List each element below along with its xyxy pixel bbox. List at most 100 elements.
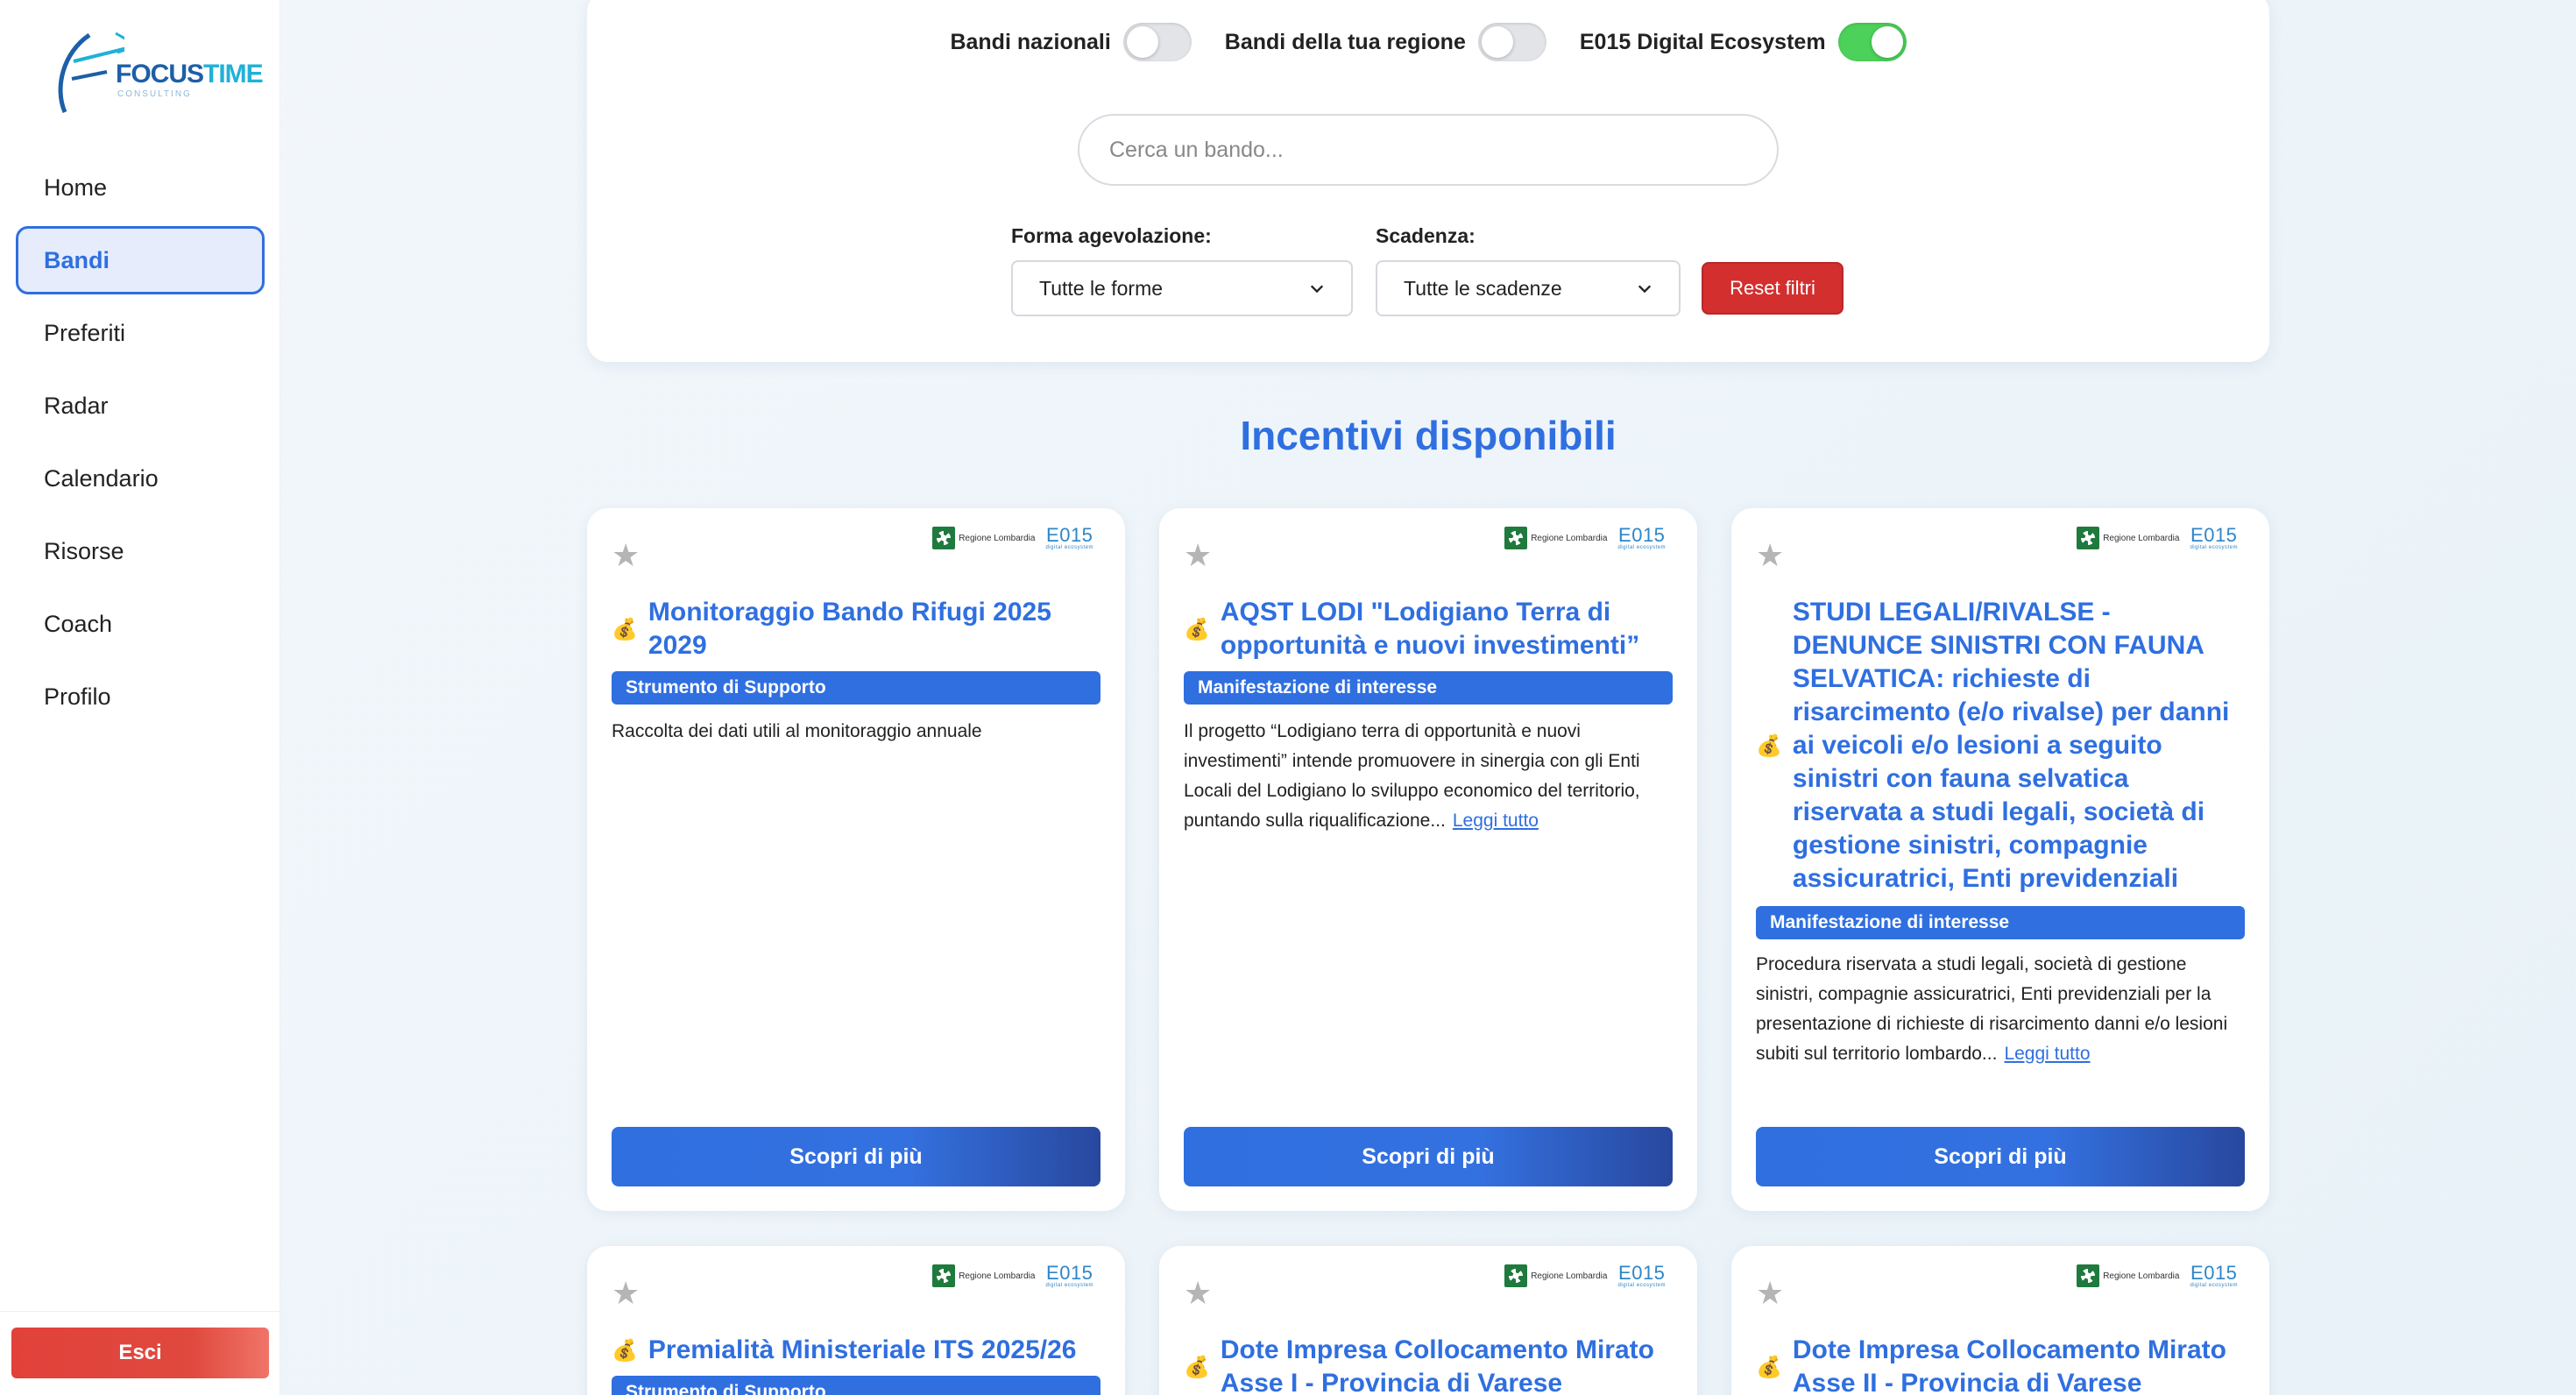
e015-badge: E015 digital ecosystem <box>2190 524 2238 551</box>
favorite-star-icon[interactable]: ★ <box>1756 540 1784 571</box>
forma-select[interactable]: Tutte le forme <box>1011 260 1353 316</box>
scopri-button[interactable]: Scopri di più <box>612 1127 1100 1186</box>
incentive-card: ★ Regione Lombardia E015 digital ecosyste… <box>587 1246 1125 1395</box>
sidebar-nav: Home Bandi Preferiti Radar Calendario Ri… <box>0 149 280 735</box>
cards-grid-row-1: ★ Regione Lombardia E015 digital ecosyste… <box>587 508 2269 1211</box>
money-bag-icon: 💰 <box>612 1338 638 1363</box>
card-title[interactable]: Monitoraggio Bando Rifugi 2025 2029 <box>648 596 1100 662</box>
e015-badge: E015 digital ecosystem <box>2190 1262 2238 1289</box>
toggle-bandi-regione: Bandi della tua regione <box>1225 23 1546 61</box>
logo-swoosh-icon <box>58 32 141 113</box>
card-badges: Regione Lombardia E015 digital ecosystem <box>1504 526 1666 550</box>
card-badges: Regione Lombardia E015 digital ecosystem <box>932 526 1093 550</box>
card-badges: Regione Lombardia E015 digital ecosystem <box>1504 1264 1666 1288</box>
sidebar-item-risorse[interactable]: Risorse <box>16 517 265 585</box>
incentive-card: ★ Regione Lombardia E015 digital ecosyste… <box>1731 1246 2269 1395</box>
read-more-link[interactable]: Leggi tutto <box>1453 811 1539 831</box>
regione-lombardia-badge: Regione Lombardia <box>2077 1264 2179 1287</box>
cards-grid-row-2: ★ Regione Lombardia E015 digital ecosyste… <box>587 1246 2269 1395</box>
toggle-switch-bandi-nazionali[interactable] <box>1122 23 1192 61</box>
scadenza-filter: Scadenza: Tutte le scadenze <box>1376 224 1681 316</box>
card-badges: Regione Lombardia E015 digital ecosystem <box>2077 526 2238 550</box>
logo-wordmark: FOCUSTIME <box>116 60 264 89</box>
card-title-row: 💰 Monitoraggio Bando Rifugi 2025 2029 <box>612 596 1100 662</box>
card-title-row: 💰 Dote Impresa Collocamento Mirato Asse … <box>1184 1334 1673 1395</box>
sidebar-item-calendario[interactable]: Calendario <box>16 444 265 513</box>
favorite-star-icon[interactable]: ★ <box>1184 1278 1212 1309</box>
favorite-star-icon[interactable]: ★ <box>1756 1278 1784 1309</box>
search-input[interactable] <box>1078 114 1779 186</box>
sidebar: FOCUSTIME CONSULTING Home Bandi Preferit… <box>0 0 280 1395</box>
lombardia-flag-icon <box>2077 527 2100 549</box>
toggle-switch-bandi-regione[interactable] <box>1477 23 1546 61</box>
switch-knob <box>1871 26 1903 58</box>
incentive-card: ★ Regione Lombardia E015 digital ecosyste… <box>1159 1246 1697 1395</box>
card-title-row: 💰 STUDI LEGALI/RIVALSE - DENUNCE SINISTR… <box>1756 596 2245 896</box>
money-bag-icon: 💰 <box>1184 617 1210 641</box>
sidebar-item-home[interactable]: Home <box>16 153 265 222</box>
toggle-row: Bandi nazionali Bandi della tua regione … <box>587 23 2269 61</box>
sidebar-item-radar[interactable]: Radar <box>16 372 265 440</box>
read-more-link[interactable]: Leggi tutto <box>2004 1044 2090 1064</box>
favorite-star-icon[interactable]: ★ <box>612 1278 640 1309</box>
filter-row: Forma agevolazione: Tutte le forme Scade… <box>1011 224 1844 316</box>
lombardia-flag-icon <box>2077 1264 2100 1287</box>
card-description: Raccolta dei dati utili al monitoraggio … <box>612 721 982 741</box>
favorite-star-icon[interactable]: ★ <box>612 540 640 571</box>
card-description: Il progetto “Lodigiano terra di opportun… <box>1184 721 1640 831</box>
card-title[interactable]: STUDI LEGALI/RIVALSE - DENUNCE SINISTRI … <box>1793 596 2245 896</box>
incentive-card: ★ Regione Lombardia E015 digital ecosyste… <box>1731 508 2269 1211</box>
logout-area: Esci <box>0 1311 280 1395</box>
sidebar-item-profilo[interactable]: Profilo <box>16 662 265 731</box>
scopri-button[interactable]: Scopri di più <box>1184 1127 1673 1186</box>
lombardia-flag-icon <box>932 527 956 549</box>
money-bag-icon: 💰 <box>612 617 638 641</box>
lombardia-flag-icon <box>1504 1264 1528 1287</box>
chevron-down-icon <box>1638 285 1652 294</box>
forma-filter: Forma agevolazione: Tutte le forme <box>1011 224 1353 316</box>
logo-tagline: CONSULTING <box>117 89 192 99</box>
focustime-logo[interactable]: FOCUSTIME CONSULTING <box>54 26 264 123</box>
e015-badge: E015 digital ecosystem <box>1045 524 1093 551</box>
sidebar-item-preferiti[interactable]: Preferiti <box>16 299 265 367</box>
money-bag-icon: 💰 <box>1756 1355 1782 1379</box>
card-title-row: 💰 Premialità Ministeriale ITS 2025/26 <box>612 1334 1100 1367</box>
switch-knob <box>1481 26 1513 58</box>
lombardia-flag-icon <box>1504 527 1528 549</box>
incentive-card: ★ Regione Lombardia E015 digital ecosyste… <box>1159 508 1697 1211</box>
toggle-switch-e015[interactable] <box>1837 23 1907 61</box>
regione-lombardia-badge: Regione Lombardia <box>1504 527 1607 549</box>
card-tag: Strumento di Supporto <box>612 671 1100 705</box>
favorite-star-icon[interactable]: ★ <box>1184 540 1212 571</box>
card-title[interactable]: AQST LODI "Lodigiano Terra di opportunit… <box>1221 596 1673 662</box>
section-title: Incentivi disponibili <box>1240 413 1617 458</box>
card-description: Procedura riservata a studi legali, soci… <box>1756 954 2228 1064</box>
filter-panel: Bandi nazionali Bandi della tua regione … <box>587 0 2269 362</box>
toggle-bandi-nazionali: Bandi nazionali <box>950 23 1192 61</box>
scopri-button[interactable]: Scopri di più <box>1756 1127 2245 1186</box>
sidebar-item-bandi[interactable]: Bandi <box>16 226 265 294</box>
chevron-down-icon <box>1310 285 1324 294</box>
e015-badge: E015 digital ecosystem <box>1617 524 1666 551</box>
logout-button[interactable]: Esci <box>11 1328 269 1378</box>
card-title-row: 💰 Dote Impresa Collocamento Mirato Asse … <box>1756 1334 2245 1395</box>
card-title-row: 💰 AQST LODI "Lodigiano Terra di opportun… <box>1184 596 1673 662</box>
lombardia-flag-icon <box>932 1264 956 1287</box>
card-tag: Manifestazione di interesse <box>1184 671 1673 705</box>
scadenza-select[interactable]: Tutte le scadenze <box>1376 260 1681 316</box>
card-title[interactable]: Premialità Ministeriale ITS 2025/26 <box>648 1334 1077 1367</box>
card-title[interactable]: Dote Impresa Collocamento Mirato Asse I … <box>1221 1334 1673 1395</box>
switch-knob <box>1126 26 1158 58</box>
regione-lombardia-badge: Regione Lombardia <box>932 1264 1035 1287</box>
e015-badge: E015 digital ecosystem <box>1617 1262 1666 1289</box>
card-title[interactable]: Dote Impresa Collocamento Mirato Asse II… <box>1793 1334 2245 1395</box>
regione-lombardia-badge: Regione Lombardia <box>1504 1264 1607 1287</box>
card-badges: Regione Lombardia E015 digital ecosystem <box>932 1264 1093 1288</box>
reset-filters-button[interactable]: Reset filtri <box>1702 262 1844 315</box>
regione-lombardia-badge: Regione Lombardia <box>932 527 1035 549</box>
money-bag-icon: 💰 <box>1184 1355 1210 1379</box>
card-tag: Strumento di Supporto <box>612 1376 1100 1395</box>
card-badges: Regione Lombardia E015 digital ecosystem <box>2077 1264 2238 1288</box>
sidebar-item-coach[interactable]: Coach <box>16 590 265 658</box>
e015-badge: E015 digital ecosystem <box>1045 1262 1093 1289</box>
